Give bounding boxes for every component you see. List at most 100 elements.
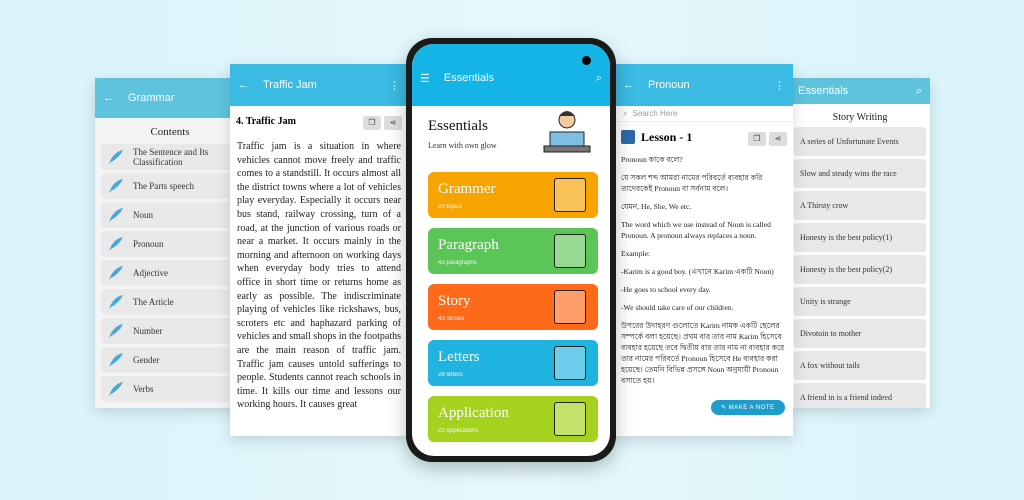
pronoun-line: যেমন, He, She, We etc. [621, 202, 692, 211]
feather-icon [107, 235, 125, 253]
grammar-item-label: The Parts speech [133, 181, 194, 191]
pronoun-title: Pronoun [648, 79, 690, 91]
category-card-application[interactable]: Application 22 Applications [428, 396, 598, 442]
grammar-item-label: Noun [133, 210, 153, 220]
search-icon[interactable]: ⌕ [596, 72, 602, 85]
pronoun-line: উপরের উদাহরণ গুলোতে Karim নামক একটি ছেলে… [621, 321, 785, 385]
story-appbar-title: Essentials [798, 85, 849, 97]
grammar-list-item[interactable]: Adjective [101, 260, 239, 286]
paragraph-icon [554, 234, 586, 268]
story-item-label: Honesty is the best policy(2) [800, 265, 892, 274]
main-title: Essentials [443, 72, 495, 84]
story-list-item[interactable]: A series of Unfortunate Events [794, 127, 926, 156]
story-item-label: A friend in is a friend indeed [800, 393, 892, 402]
grammar-appbar: ← Grammar [95, 78, 245, 118]
grammar-screen: ← Grammar Contents The Sentence and Its … [95, 78, 245, 408]
category-card-story[interactable]: Story 43 stories [428, 284, 598, 330]
pronoun-screen: ← Pronoun ⋮ ⌕ Search Here Lesson - 1 ❐ ⋖ … [615, 64, 793, 436]
student-reading-icon [540, 106, 594, 158]
story-list-item[interactable]: A fox without tails [794, 351, 926, 380]
story-list-item[interactable]: Unity is strange [794, 287, 926, 316]
traffic-heading: 4. Traffic Jam [236, 115, 296, 127]
traffic-screen: ← Traffic Jam ⋮ 4. Traffic Jam ❐ ⋖ Traffi… [230, 64, 408, 436]
story-icon [554, 290, 586, 324]
feather-icon [107, 264, 125, 282]
pronoun-line: -He goes to school every day. [621, 285, 711, 294]
share-icon[interactable]: ⋖ [384, 115, 402, 130]
pronoun-line: যে সকল শব্দ আমরা নামের পরিবর্তে ব্যবহার … [621, 173, 763, 193]
pronoun-line: Pronoun কাকে বলে? [621, 155, 683, 164]
header-subtitle: Learn with own glow [428, 141, 497, 150]
traffic-body: Traffic jam is a situation in where vehi… [237, 141, 401, 411]
story-list: A series of Unfortunate Events Slow and s… [790, 127, 930, 408]
grammar-list-item[interactable]: Verbs [101, 376, 239, 402]
grammar-list: The Sentence and Its Classification The P… [95, 144, 245, 402]
grammar-item-label: Verbs [133, 384, 154, 394]
lesson-icon [621, 130, 635, 144]
feather-icon [107, 380, 125, 398]
make-note-label: MAKE A NOTE [728, 405, 775, 411]
copy-icon[interactable]: ❐ [363, 115, 381, 130]
pronoun-appbar: ← Pronoun ⋮ [615, 64, 793, 106]
back-arrow-icon[interactable]: ← [238, 79, 249, 91]
back-arrow-icon[interactable]: ← [623, 79, 634, 91]
grammar-list-item[interactable]: The Sentence and Its Classification [101, 144, 239, 170]
story-item-label: Honesty is the best policy(1) [800, 233, 892, 242]
grammar-list-item[interactable]: The Parts speech [101, 173, 239, 199]
grammar-list-item[interactable]: Gender [101, 347, 239, 373]
grammar-title: Grammar [128, 92, 175, 104]
main-screen: ☰ Essentials ⌕ Essentials Learn with own… [412, 44, 610, 456]
story-list-item[interactable]: Honesty is the best policy(2) [794, 255, 926, 284]
make-note-button[interactable]: ✎ MAKE A NOTE [711, 400, 785, 415]
story-screen: Essentials ⌕ Story Writing A series of U… [790, 78, 930, 408]
grammar-item-label: Adjective [133, 268, 168, 278]
grammar-list-item[interactable]: Pronoun [101, 231, 239, 257]
grammar-list-item[interactable]: Number [101, 318, 239, 344]
grammar-item-label: Gender [133, 355, 160, 365]
camera-icon [582, 56, 591, 65]
header-title: Essentials [428, 118, 488, 134]
grammar-item-label: The Article [133, 297, 174, 307]
feather-icon [107, 177, 125, 195]
category-card-letters[interactable]: Letters 28 letters [428, 340, 598, 386]
category-card-grammer[interactable]: Grammer 20 topics [428, 172, 598, 218]
category-card-paragraph[interactable]: Paragraph 43 paragraphs [428, 228, 598, 274]
note-icon: ✎ [721, 405, 729, 411]
story-list-item[interactable]: Honesty is the best policy(1) [794, 223, 926, 252]
main-appbar: ☰ Essentials ⌕ [412, 44, 610, 106]
search-icon: ⌕ [623, 108, 628, 118]
book-icon [554, 178, 586, 212]
story-item-label: Slow and steady wins the race [800, 169, 897, 178]
search-input[interactable]: Search Here [632, 109, 677, 118]
more-icon[interactable]: ⋮ [774, 79, 785, 92]
application-icon [554, 402, 586, 436]
grammar-item-label: The Sentence and Its Classification [133, 147, 209, 167]
share-icon[interactable]: ⋖ [769, 131, 787, 146]
story-list-item[interactable]: Slow and steady wins the race [794, 159, 926, 188]
search-icon[interactable]: ⌕ [916, 85, 922, 98]
feather-icon [107, 322, 125, 340]
grammar-item-label: Number [133, 326, 163, 336]
story-item-label: A Thirsty crow [800, 201, 849, 210]
more-icon[interactable]: ⋮ [389, 79, 400, 92]
pronoun-body: Pronoun কাকে বলে? যে সকল শব্দ আমরা নামের … [615, 148, 793, 386]
story-list-item[interactable]: A Thirsty crow [794, 191, 926, 220]
story-item-label: A fox without tails [800, 361, 860, 370]
feather-icon [107, 206, 125, 224]
contents-heading: Contents [150, 126, 190, 138]
back-arrow-icon[interactable]: ← [103, 92, 114, 104]
copy-icon[interactable]: ❐ [748, 131, 766, 146]
grammar-list-item[interactable]: Noun [101, 202, 239, 228]
story-list-item[interactable]: Divotoin to mother [794, 319, 926, 348]
story-list-item[interactable]: A friend in is a friend indeed [794, 383, 926, 408]
feather-icon [107, 351, 125, 369]
search-bar[interactable]: ⌕ Search Here [615, 106, 793, 122]
story-item-label: Divotoin to mother [800, 329, 862, 338]
feather-icon [107, 293, 125, 311]
menu-icon[interactable]: ☰ [420, 72, 430, 85]
story-appbar: Essentials ⌕ [790, 78, 930, 104]
story-item-label: Unity is strange [800, 297, 851, 306]
lesson-title: Lesson - 1 [641, 129, 693, 144]
grammar-list-item[interactable]: The Article [101, 289, 239, 315]
pronoun-line: -Karim is a good boy. (এখানে Karim একটি … [621, 267, 774, 276]
